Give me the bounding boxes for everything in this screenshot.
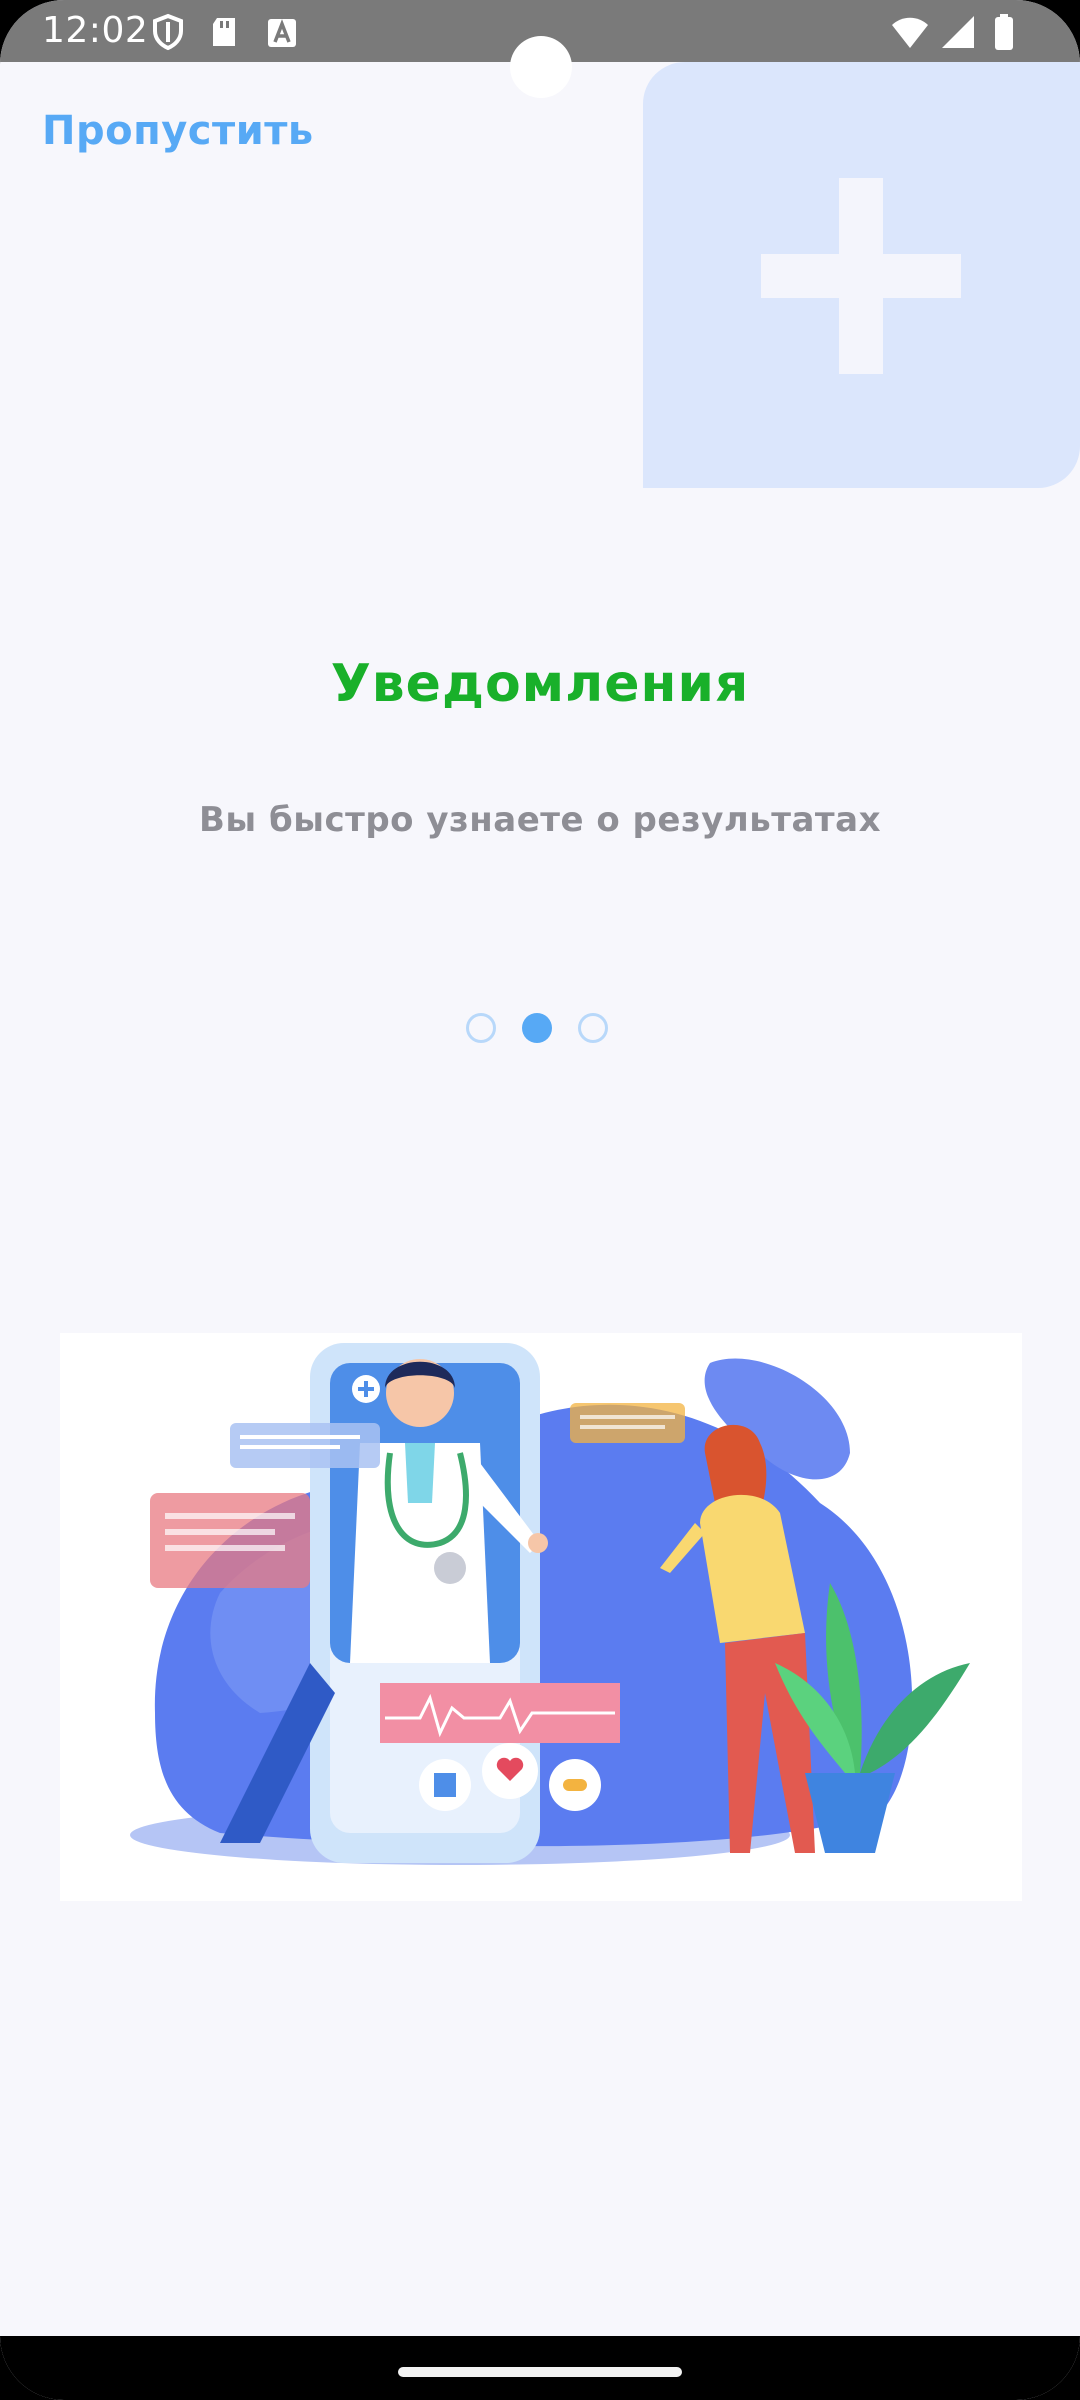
floating-card-red [150,1493,310,1588]
page-dot-3[interactable] [578,1013,608,1043]
page-dot-2[interactable] [522,1013,552,1043]
skip-button[interactable]: Пропустить [42,108,314,154]
signal-icon [942,16,974,48]
card-line [580,1425,665,1429]
pill-icon [563,1779,587,1791]
doc-icon [434,1773,456,1797]
card-line [240,1435,360,1439]
card-line [165,1529,275,1535]
card-line [165,1545,285,1551]
illustration-graphic [130,1343,970,1865]
onboarding-subtitle: Вы быстро узнаете о результатах [198,800,882,840]
card-line [240,1445,340,1449]
wifi-icon [892,17,928,48]
onboarding-title: Уведомления [330,654,750,714]
card-line [165,1513,295,1519]
home-indicator[interactable] [398,2367,682,2377]
page-indicator [466,1013,616,1051]
floating-card-yellow [570,1403,685,1443]
medical-plus-decoration [643,62,1080,488]
stethoscope-head [434,1552,466,1584]
vpn-shield-icon [153,13,183,51]
sd-card-icon [213,18,235,46]
card-line [580,1415,675,1419]
plus-icon-horizontal-bar [761,254,961,298]
status-time: 12:02 [42,10,149,51]
battery-icon [995,14,1013,50]
page-dot-1[interactable] [466,1013,496,1043]
doctor-shirt [405,1443,435,1503]
keyboard-a-icon [268,19,296,47]
plant-pot [805,1773,895,1853]
onboarding-screen: 12:02 Пропустить Уведомления Вы быстро у… [0,0,1080,2400]
doctor-hand [528,1533,548,1553]
camera-cutout [510,36,572,98]
doctor-telemedicine-illustration [60,1333,1022,1901]
